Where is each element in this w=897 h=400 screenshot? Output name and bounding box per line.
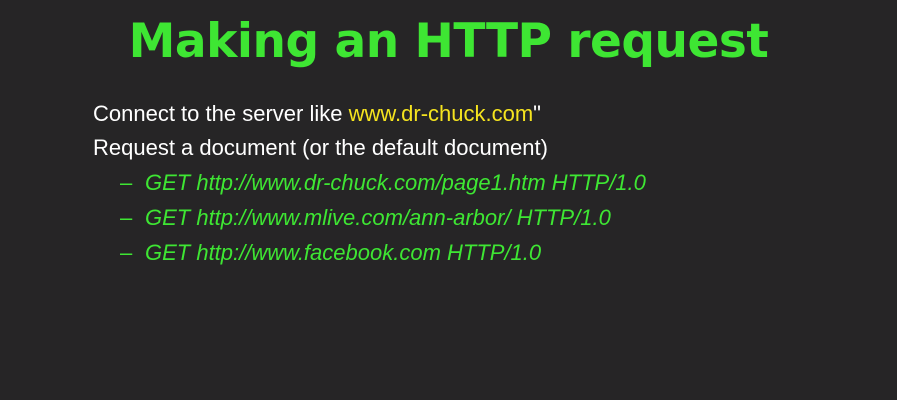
- sub-bullet-text: GET http://www.dr-chuck.com/page1.htm HT…: [145, 170, 646, 195]
- sub-bullet-group: – GET http://www.dr-chuck.com/page1.htm H…: [93, 165, 873, 270]
- bullet-connect-suffix: ": [533, 101, 541, 126]
- bullet-list: Connect to the server like www.dr-chuck.…: [93, 97, 873, 270]
- dash-marker: –: [120, 205, 133, 230]
- dash-marker: –: [120, 240, 133, 265]
- bullet-connect-server: Connect to the server like www.dr-chuck.…: [93, 97, 873, 131]
- sub-bullet-get-facebook: – GET http://www.facebook.com HTTP/1.0: [120, 235, 873, 270]
- slide-title: Making an HTTP request: [128, 14, 769, 69]
- bullet-request-text: Request a document (or the default docum…: [93, 135, 548, 160]
- sub-bullet-get-mlive: – GET http://www.mlive.com/ann-arbor/ HTT…: [120, 200, 873, 235]
- server-name-highlight: www.dr-chuck.com: [348, 101, 534, 126]
- dash-marker: –: [120, 170, 133, 195]
- sub-bullet-get-dr-chuck: – GET http://www.dr-chuck.com/page1.htm H…: [120, 165, 873, 200]
- sub-bullet-list: – GET http://www.dr-chuck.com/page1.htm H…: [93, 165, 873, 270]
- bullet-request-document: Request a document (or the default docum…: [93, 131, 873, 165]
- bullet-connect-text: Connect to the server like: [93, 101, 349, 126]
- sub-bullet-text: GET http://www.facebook.com HTTP/1.0: [145, 240, 542, 265]
- slide: Making an HTTP request Connect to the se…: [0, 0, 897, 400]
- sub-bullet-text: GET http://www.mlive.com/ann-arbor/ HTTP…: [145, 205, 611, 230]
